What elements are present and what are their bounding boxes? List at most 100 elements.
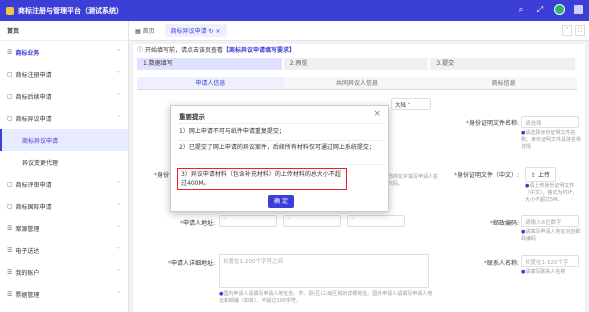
sidebar-item-bills[interactable]: ☰ 票据管理 ˅ [0, 283, 128, 305]
chevron-down-icon: ˅ [117, 202, 120, 210]
menu-icon: ☰ [7, 290, 13, 298]
top-bar: 商标注册与管理平台（测试系统） ⌕ ⤢ [0, 0, 589, 21]
region-value: 大陆 [395, 103, 407, 109]
sidebar-item-followup[interactable]: ▢ 商标后续申请 ˅ [0, 85, 128, 107]
tab-label: 首页 [142, 28, 155, 35]
menu-icon: ☰ [7, 48, 13, 56]
tab-opposition[interactable]: 商标异议申请 ↻ × [164, 24, 227, 37]
hint-text: 请选择身份证明文件名称。身份证明文件具体名称详情 [521, 130, 582, 150]
confirm-button[interactable]: 确 定 [268, 195, 294, 208]
sidebar-item-opposition-change[interactable]: 异议变更代理 [0, 151, 128, 173]
top-bar-actions: ⌕ ⤢ [516, 4, 583, 15]
sidebar-item-home[interactable]: 首页 [0, 21, 128, 41]
chevron-down-icon[interactable]: ˅ [562, 25, 572, 36]
chevron-down-icon: ˅ [117, 92, 120, 100]
sidebar-item-label: 商标后续申请 [15, 93, 52, 101]
label-text: 身份证明文件名称: [468, 120, 519, 127]
postcode-hint: ●请填写申请人地址对应邮政编码 [521, 229, 581, 242]
square-icon: ▢ [7, 202, 13, 210]
upload-hint: ●请上传身份证明文件（中文），格式为PDF，大小不超过5M。 [525, 183, 578, 203]
button-label: 上传 [537, 172, 550, 179]
tab-home[interactable]: ▦ 首页 [135, 26, 155, 35]
chevron-up-icon: ˄ [117, 114, 120, 122]
hint-text: 请填写申请人地址对应邮政编码 [521, 229, 581, 242]
city-select[interactable]: ˅ [283, 215, 341, 227]
sidebar-item-label: 商标异议申请 [22, 137, 59, 145]
menu-icon: ☰ [7, 224, 13, 232]
label-text: 邮政编码: [492, 220, 519, 227]
important-notice-dialog: 重要提示 × 1）网上申请不可与纸件申请重复提交； 2）已提交了网上申请的异议案… [170, 105, 389, 212]
notice-text: 开始填写前，请点击该页查看 [144, 47, 223, 54]
menu-icon: ☰ [7, 268, 13, 276]
requirements-link[interactable]: 【商标异议申请填写要求】 [223, 47, 295, 54]
info-icon: ⓘ [137, 47, 144, 54]
sidebar-item-review[interactable]: ▢ 商标评审申请 ˅ [0, 173, 128, 195]
detail-address-input[interactable]: 长度在1-200个字符之间 [219, 254, 429, 288]
tab-controls: ˅ ⛶ [562, 25, 585, 36]
sidebar-item-label: 案源管理 [15, 225, 40, 233]
contact-hint: ●请填写联系人名称 [521, 269, 566, 275]
step-item: 1.数据填写 [137, 58, 282, 70]
divider [177, 123, 384, 124]
close-icon[interactable]: × [215, 28, 220, 35]
label-text: 申请人地址: [182, 220, 215, 227]
sidebar-item-label: 异议变更代理 [22, 159, 59, 167]
page-tabs: ▦ 首页 商标异议申请 ↻ × ˅ ⛶ [129, 21, 589, 41]
sidebar-item-international[interactable]: ▢ 商标国际申请 ˅ [0, 195, 128, 217]
sidebar-item-label: 商标国际申请 [15, 203, 52, 211]
region-select[interactable]: 大陆 ˅ [391, 98, 431, 110]
form-subtabs: 申请人信息 共同异议人信息 商标信息 [137, 77, 578, 90]
refresh-icon[interactable]: ↻ [209, 28, 214, 35]
contact-input[interactable]: 长度在1-120个字 [521, 255, 579, 267]
sidebar-item-label: 商标异议申请 [15, 115, 52, 123]
upload-button[interactable]: ⇪ 上传 [525, 167, 556, 182]
fullscreen-icon[interactable]: ⤢ [535, 5, 545, 15]
expand-icon[interactable]: ⛶ [575, 25, 585, 36]
sidebar-item-label: 我的账户 [15, 269, 40, 277]
id-type-select[interactable]: 请选择 [521, 116, 579, 128]
divider [177, 140, 384, 141]
sidebar-item-cases[interactable]: ☰ 案源管理 ˅ [0, 217, 128, 239]
sidebar-item-account[interactable]: ☰ 我的账户 ˅ [0, 261, 128, 283]
hint-text: 国内申请人请填写申请人地址省、市、县(区)三级区划的详细地址。国外申请人请填写申… [219, 291, 433, 304]
id-type-label: *身份证明文件名称: [465, 120, 519, 127]
id-file-label: *身份证明文件（中文）: [453, 172, 519, 179]
chevron-down-icon: ˅ [117, 70, 120, 78]
detail-address-hint: ●国内申请人请填写申请人地址省、市、县(区)三级区划的详细地址。国外申请人请填写… [219, 291, 433, 304]
divider [177, 164, 384, 165]
chevron-down-icon: ˅ [117, 246, 120, 254]
user-icon[interactable] [574, 5, 583, 14]
dialog-title: 重要提示 [179, 113, 205, 121]
tab-home-icon: ▦ [135, 28, 143, 35]
close-icon[interactable]: × [373, 109, 381, 119]
province-select[interactable]: ˅ [219, 215, 277, 227]
square-icon: ▢ [7, 70, 13, 78]
postcode-input[interactable]: 请输入6位数字 [521, 215, 579, 227]
search-icon[interactable]: ⌕ [516, 5, 526, 15]
tab-trademark[interactable]: 商标信息 [430, 77, 578, 89]
detail-address-label: *申请人详细地址: [167, 260, 215, 267]
step-progress: 1.数据填写 2.预览 3.提交 [137, 58, 577, 70]
label-text: 联系人名称: [486, 260, 519, 267]
sidebar-group-trademark[interactable]: ☰ 商标业务 ˄ [0, 41, 128, 63]
sidebar-item-label: 首页 [7, 28, 20, 35]
tab-applicant[interactable]: 申请人信息 [137, 77, 284, 89]
district-select[interactable]: ˅ [347, 215, 405, 227]
step-item: 2.预览 [283, 58, 429, 70]
sidebar-item-label: 商标注册申请 [15, 71, 52, 79]
tab-co-opposer[interactable]: 共同异议人信息 [283, 77, 431, 89]
notice-line: 1）网上申请不可与纸件申请重复提交； [179, 128, 285, 135]
sidebar-item-opposition[interactable]: ▢ 商标异议申请 ˄ [0, 107, 128, 129]
chevron-down-icon: ˅ [117, 224, 120, 232]
sidebar-item-registration[interactable]: ▢ 商标注册申请 ˅ [0, 63, 128, 85]
menu-icon: ☰ [7, 246, 13, 254]
avatar-icon[interactable] [554, 4, 565, 15]
square-icon: ▢ [7, 92, 13, 100]
sidebar-item-opposition-apply[interactable]: 商标异议申请 [0, 129, 128, 151]
sidebar-item-delivery[interactable]: ☰ 电子送达 ˅ [0, 239, 128, 261]
app-title: 商标注册与管理平台（测试系统） [18, 6, 123, 15]
chevron-down-icon: ˅ [117, 180, 120, 188]
notice-bar: ⓘ 开始填写前，请点击该页查看【商标异议申请填写要求】 [137, 45, 295, 54]
id-type-hint: ●请选择身份证明文件名称。身份证明文件具体名称详情 [521, 130, 582, 150]
sidebar-item-label: 商标评审申请 [15, 181, 52, 189]
